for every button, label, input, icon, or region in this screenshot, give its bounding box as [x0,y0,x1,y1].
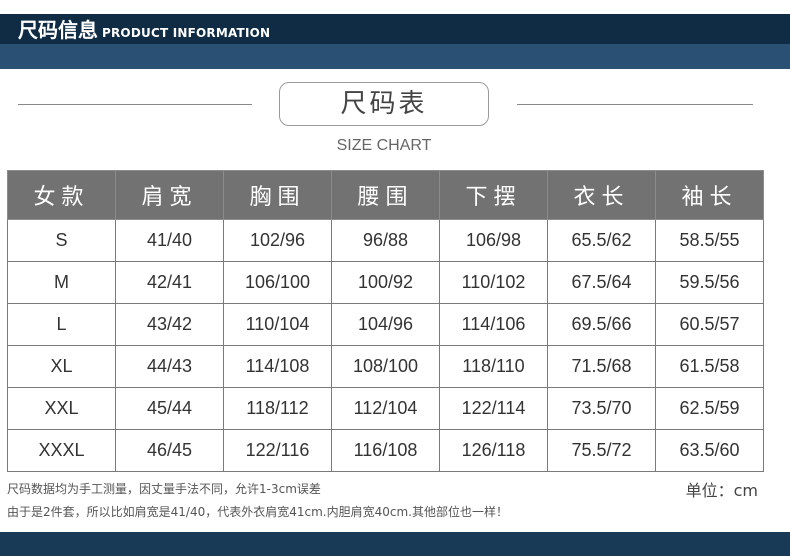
table-cell: 122/116 [223,429,332,472]
table-row: L 43/42 110/104 104/96 114/106 69.5/66 6… [7,303,764,346]
table-cell: 69.5/66 [547,303,656,346]
table-cell: 106/98 [439,219,548,262]
table-cell: 100/92 [331,261,440,304]
column-header: 胸围 [223,170,332,220]
unit-label: 单位：cm [685,481,758,500]
table-cell: 71.5/68 [547,345,656,388]
table-cell: 59.5/56 [655,261,764,304]
table-cell: 58.5/55 [655,219,764,262]
column-header: 肩宽 [115,170,224,220]
title-rule-left [18,104,252,105]
table-cell: 114/106 [439,303,548,346]
table-cell: 62.5/59 [655,387,764,430]
table-cell: 118/112 [223,387,332,430]
table-cell: 65.5/62 [547,219,656,262]
table-cell: 108/100 [331,345,440,388]
table-cell: 63.5/60 [655,429,764,472]
table-cell: 43/42 [115,303,224,346]
table-header-row: 女款 肩宽 胸围 腰围 下摆 衣长 袖长 [7,170,764,220]
table-row: XL 44/43 114/108 108/100 118/110 71.5/68… [7,345,764,388]
header-title-cn: 尺码信息 [18,18,98,42]
table-cell: 41/40 [115,219,224,262]
column-header: 下摆 [439,170,548,220]
table-cell: 73.5/70 [547,387,656,430]
table-cell: 118/110 [439,345,548,388]
table-cell: 67.5/64 [547,261,656,304]
chart-title: 尺码表 [279,82,489,126]
table-cell: 114/108 [223,345,332,388]
table-cell: XL [7,345,116,388]
header-title-bar: 尺码信息 PRODUCT INFORMATION [0,14,790,44]
measurement-note: 尺码数据均为手工测量，因丈量手法不同，允许1-3cm误差 [7,482,321,496]
table-cell: 106/100 [223,261,332,304]
chart-subtitle: SIZE CHART [336,137,432,154]
column-header: 腰围 [331,170,440,220]
table-cell: 126/118 [439,429,548,472]
table-cell: 60.5/57 [655,303,764,346]
footer-bar [0,532,790,556]
table-cell: 110/102 [439,261,548,304]
table-cell: 75.5/72 [547,429,656,472]
table-cell: XXL [7,387,116,430]
header-banner: 尺码信息 PRODUCT INFORMATION [0,14,790,69]
table-cell: 122/114 [439,387,548,430]
table-row: S 41/40 102/96 96/88 106/98 65.5/62 58.5… [7,219,764,262]
table-cell: 61.5/58 [655,345,764,388]
table-row: XXL 45/44 118/112 112/104 122/114 73.5/7… [7,387,764,430]
size-table: 女款 肩宽 胸围 腰围 下摆 衣长 袖长 S 41/40 102/96 96/8… [7,170,764,472]
table-cell: 102/96 [223,219,332,262]
header-title-en: PRODUCT INFORMATION [102,26,271,40]
header-title: 尺码信息 PRODUCT INFORMATION [18,18,270,45]
table-cell: 104/96 [331,303,440,346]
table-cell: 44/43 [115,345,224,388]
column-header: 女款 [7,170,116,220]
table-cell: S [7,219,116,262]
column-header: 衣长 [547,170,656,220]
table-row: XXXL 46/45 122/116 116/108 126/118 75.5/… [7,429,764,472]
table-cell: M [7,261,116,304]
table-cell: 42/41 [115,261,224,304]
table-cell: 112/104 [331,387,440,430]
table-cell: 110/104 [223,303,332,346]
table-cell: XXXL [7,429,116,472]
table-cell: 96/88 [331,219,440,262]
table-row: M 42/41 106/100 100/92 110/102 67.5/64 5… [7,261,764,304]
table-cell: 46/45 [115,429,224,472]
two-piece-note: 由于是2件套，所以比如肩宽是41/40，代表外衣肩宽41cm.内胆肩宽40cm.… [7,505,508,519]
table-cell: L [7,303,116,346]
table-cell: 116/108 [331,429,440,472]
title-rule-right [517,104,753,105]
column-header: 袖长 [655,170,764,220]
header-accent-bar [0,44,790,69]
table-cell: 45/44 [115,387,224,430]
